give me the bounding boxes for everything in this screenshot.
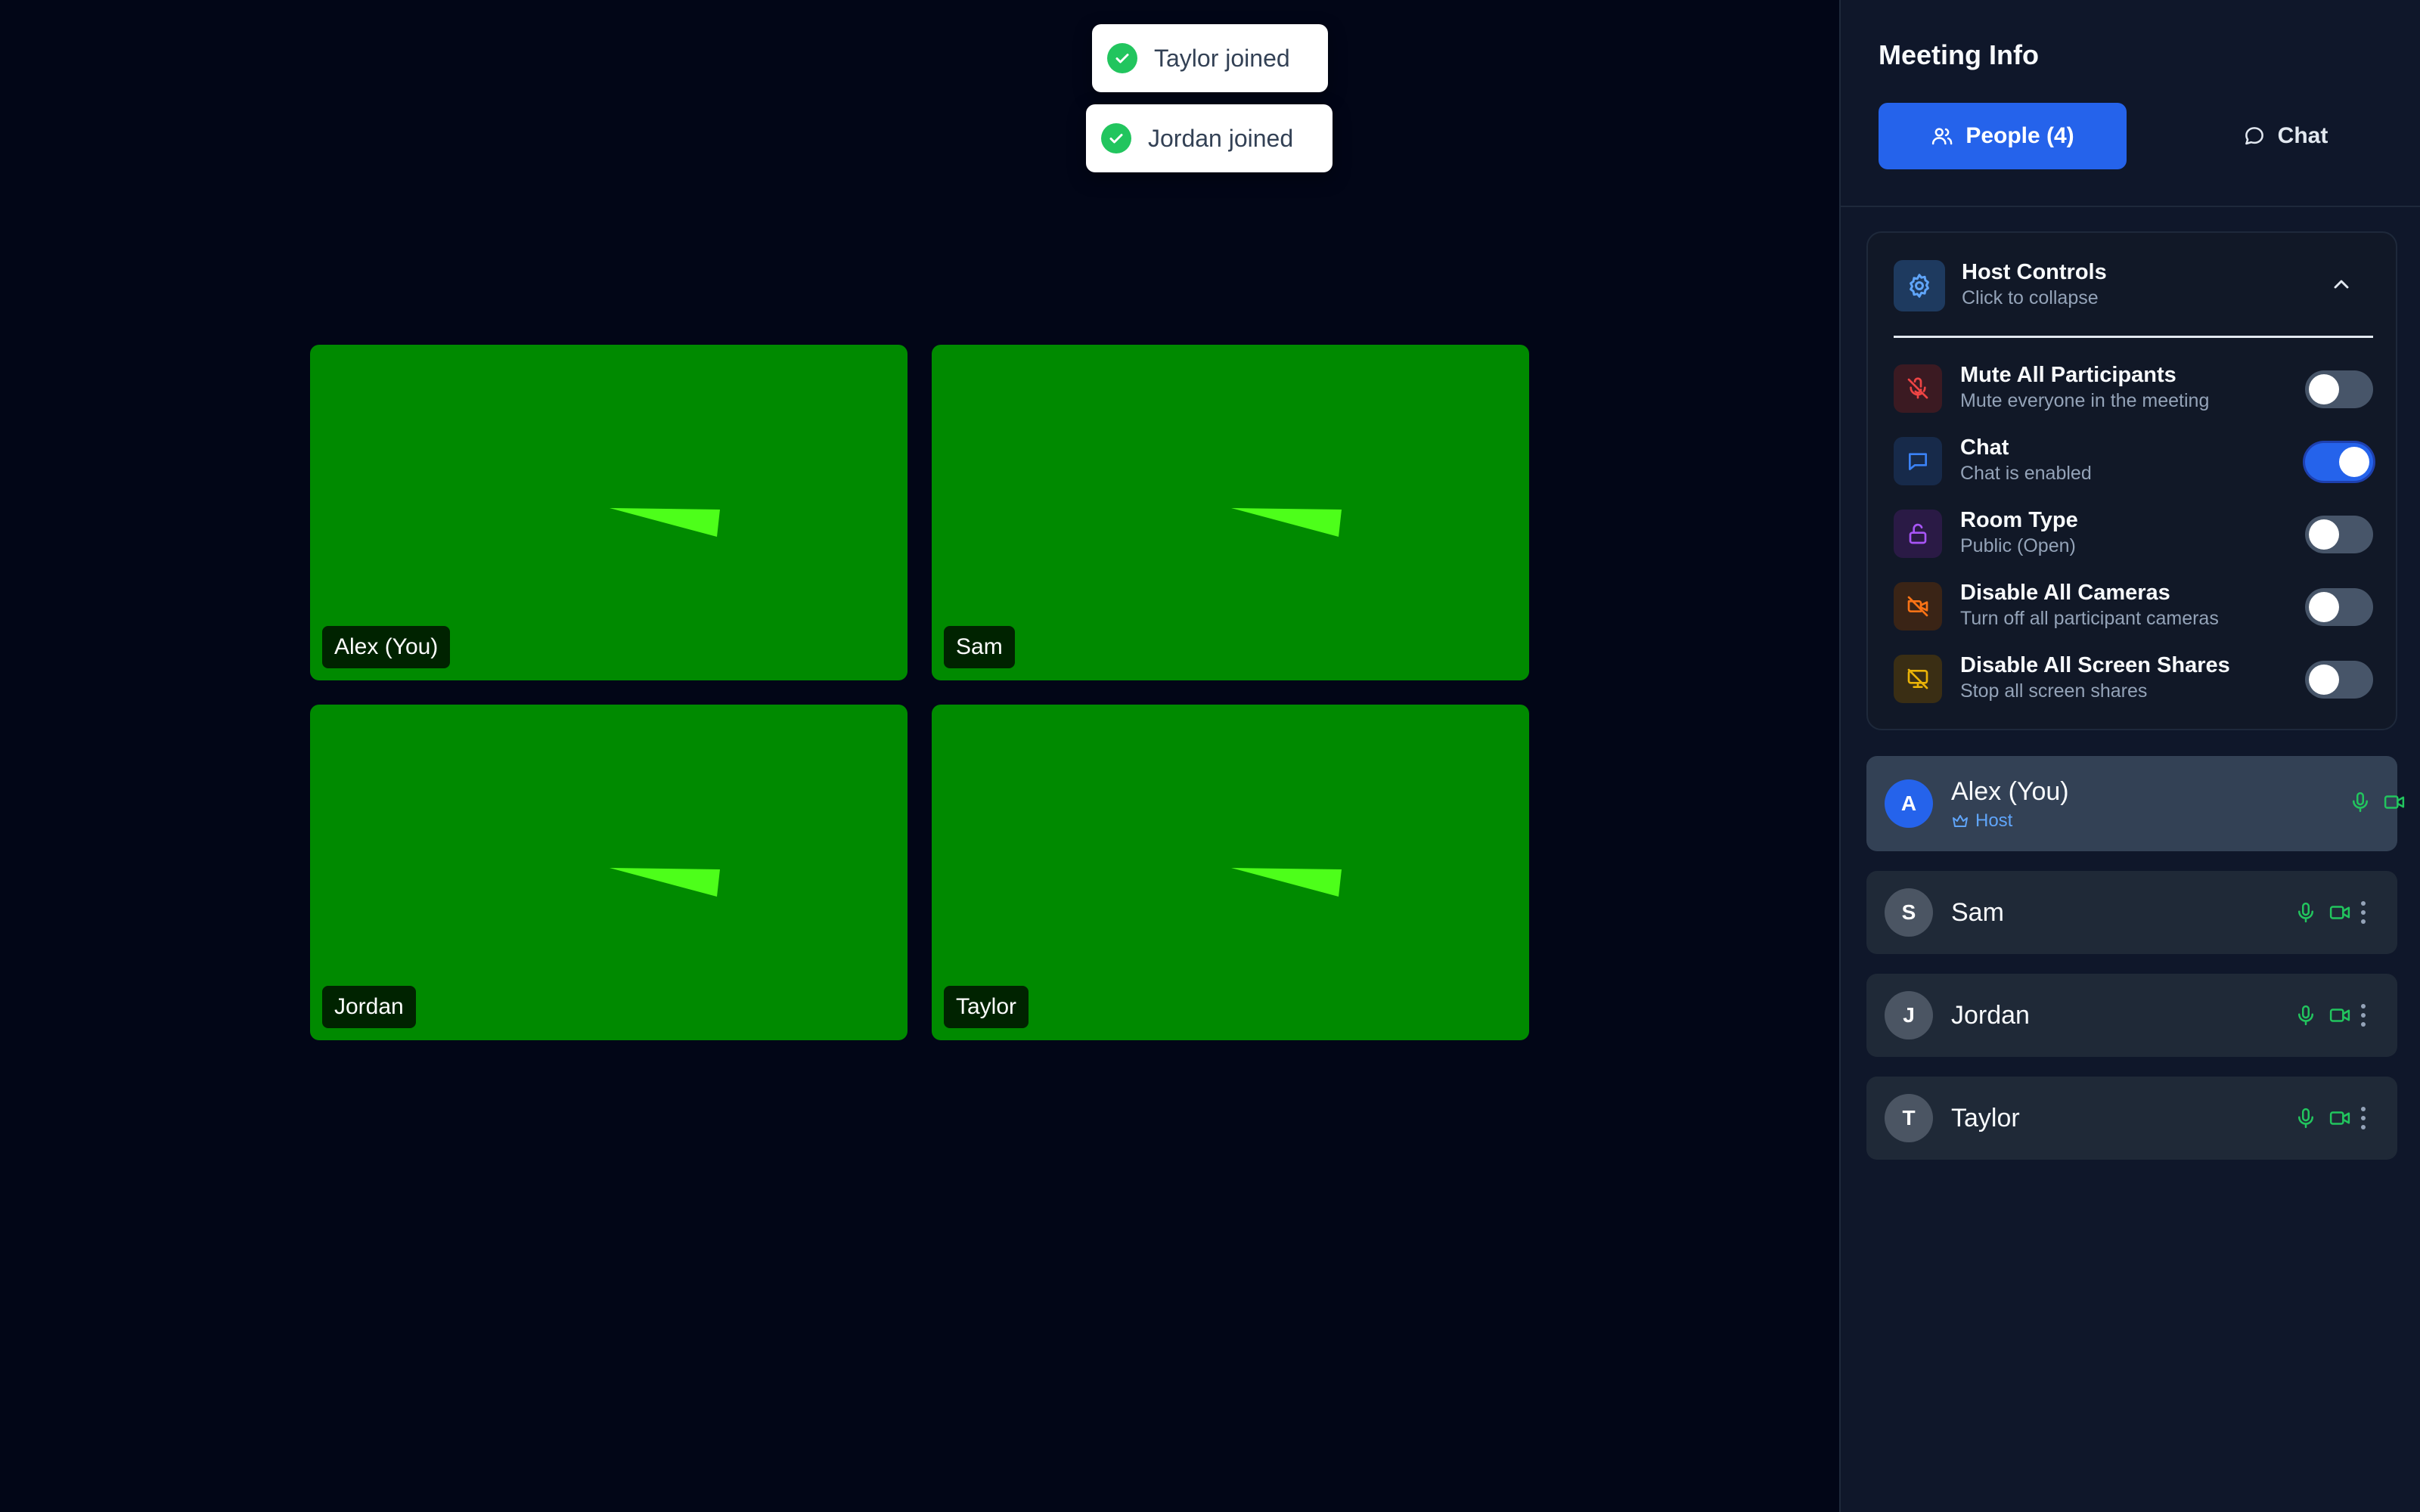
participant-row[interactable]: S Sam [1866, 871, 2397, 954]
host-controls-title[interactable]: Host Controls [1962, 260, 2107, 285]
control-room-type: Room Type Public (Open) [1894, 507, 2373, 561]
avatar: T [1885, 1094, 1933, 1142]
host-label: Host [1975, 810, 2013, 831]
control-subtitle: Chat is enabled [1960, 463, 2092, 484]
participant-row[interactable]: J Jordan [1866, 974, 2397, 1057]
video-placeholder-graphic [1231, 868, 1342, 897]
camera-off-icon [1894, 582, 1942, 631]
control-subtitle: Public (Open) [1960, 535, 2076, 556]
toast-notification: Jordan joined [1086, 104, 1333, 172]
control-subtitle: Stop all screen shares [1960, 680, 2148, 702]
control-title: Disable All Cameras [1960, 581, 2170, 605]
sidebar-title: Meeting Info [1879, 39, 2039, 70]
tab-chat-label: Chat [2277, 123, 2328, 148]
host-controls-panel: Host Controls Click to collapse Mute All… [1866, 231, 2397, 730]
video-camera-icon [2384, 795, 2405, 809]
check-circle-icon [1101, 123, 1131, 153]
avatar: J [1885, 991, 1933, 1040]
participant-status-icons [2294, 1004, 2352, 1027]
room-type-toggle[interactable] [2305, 516, 2373, 553]
unlock-icon [1894, 510, 1942, 558]
mic-icon [2353, 792, 2368, 813]
participant-name: Taylor [1951, 1104, 2020, 1132]
video-tile[interactable]: Jordan [310, 705, 908, 1040]
participant-name-tag: Taylor [944, 986, 1029, 1028]
video-placeholder-graphic [1231, 508, 1342, 537]
control-mute-all: Mute All Participants Mute everyone in t… [1894, 361, 2373, 416]
more-options-icon[interactable] [2352, 1099, 2375, 1137]
chat-toggle[interactable] [2305, 443, 2373, 481]
video-stage: Taylor joined Jordan joined Alex (You) S… [0, 0, 1839, 1512]
more-options-icon[interactable] [2352, 996, 2375, 1034]
participant-row[interactable]: T Taylor [1866, 1077, 2397, 1160]
avatar: A [1885, 779, 1933, 828]
video-camera-icon [2329, 1009, 2350, 1022]
video-tile[interactable]: Sam [932, 345, 1529, 680]
video-camera-icon [2329, 906, 2350, 919]
video-tile[interactable]: Alex (You) [310, 345, 908, 680]
control-title: Disable All Screen Shares [1960, 653, 2230, 677]
users-icon [1932, 128, 1953, 145]
tab-people[interactable]: People (4) [1879, 103, 2127, 169]
chevron-up-icon[interactable] [2329, 272, 2353, 300]
tab-people-label: People (4) [1965, 123, 2074, 148]
control-title: Chat [1960, 435, 2009, 460]
more-options-icon[interactable] [2352, 894, 2375, 931]
participant-name-tag: Alex (You) [322, 626, 451, 668]
participant-name: Alex (You) [1951, 777, 2069, 806]
toast-notification: Taylor joined [1092, 24, 1328, 92]
disable-screen-shares-toggle[interactable] [2305, 661, 2373, 699]
participant-name: Jordan [1951, 1001, 2030, 1030]
divider [1894, 336, 2373, 338]
chat-bubble-icon [1894, 437, 1942, 485]
control-subtitle: Mute everyone in the meeting [1960, 390, 2210, 411]
control-subtitle: Turn off all participant cameras [1960, 608, 2219, 629]
screen-share-off-icon [1894, 655, 1942, 703]
mic-icon [2298, 1108, 2313, 1129]
participant-row[interactable]: A Alex (You) Host [1866, 756, 2405, 851]
participant-name-tag: Sam [944, 626, 1015, 668]
control-title: Mute All Participants [1960, 363, 2176, 387]
video-camera-icon [2329, 1111, 2350, 1125]
disable-cameras-toggle[interactable] [2305, 588, 2373, 626]
participant-name: Sam [1951, 898, 2004, 927]
video-placeholder-graphic [610, 868, 720, 897]
mic-icon [2298, 1005, 2313, 1026]
mute-all-toggle[interactable] [2305, 370, 2373, 408]
participant-status-icons [2294, 1107, 2352, 1129]
mic-icon [2298, 902, 2313, 923]
mic-off-icon [1894, 364, 1942, 413]
chat-bubble-icon [2245, 127, 2263, 145]
host-badge: Host [1951, 810, 2012, 832]
participant-name-tag: Jordan [322, 986, 416, 1028]
meeting-info-sidebar: Meeting Info People (4) Chat Host Contro… [1839, 0, 2420, 1512]
host-controls-subtitle: Click to collapse [1962, 287, 2099, 308]
avatar: S [1885, 888, 1933, 937]
control-title: Room Type [1960, 508, 2078, 532]
video-tile[interactable]: Taylor [932, 705, 1529, 1040]
control-chat: Chat Chat is enabled [1894, 434, 2373, 488]
control-disable-screen-shares: Disable All Screen Shares Stop all scree… [1894, 652, 2373, 706]
control-disable-cameras: Disable All Cameras Turn off all partici… [1894, 579, 2373, 634]
participant-status-icons [2349, 791, 2406, 813]
sidebar-header: Meeting Info People (4) Chat [1841, 0, 2420, 207]
crown-icon [1953, 815, 1968, 827]
toast-text: Jordan joined [1148, 124, 1294, 152]
video-placeholder-graphic [610, 508, 720, 537]
toast-text: Taylor joined [1154, 44, 1290, 72]
tab-chat[interactable]: Chat [2161, 103, 2409, 169]
check-circle-icon [1107, 43, 1137, 73]
gear-icon [1894, 260, 1945, 311]
participant-status-icons [2294, 901, 2352, 924]
